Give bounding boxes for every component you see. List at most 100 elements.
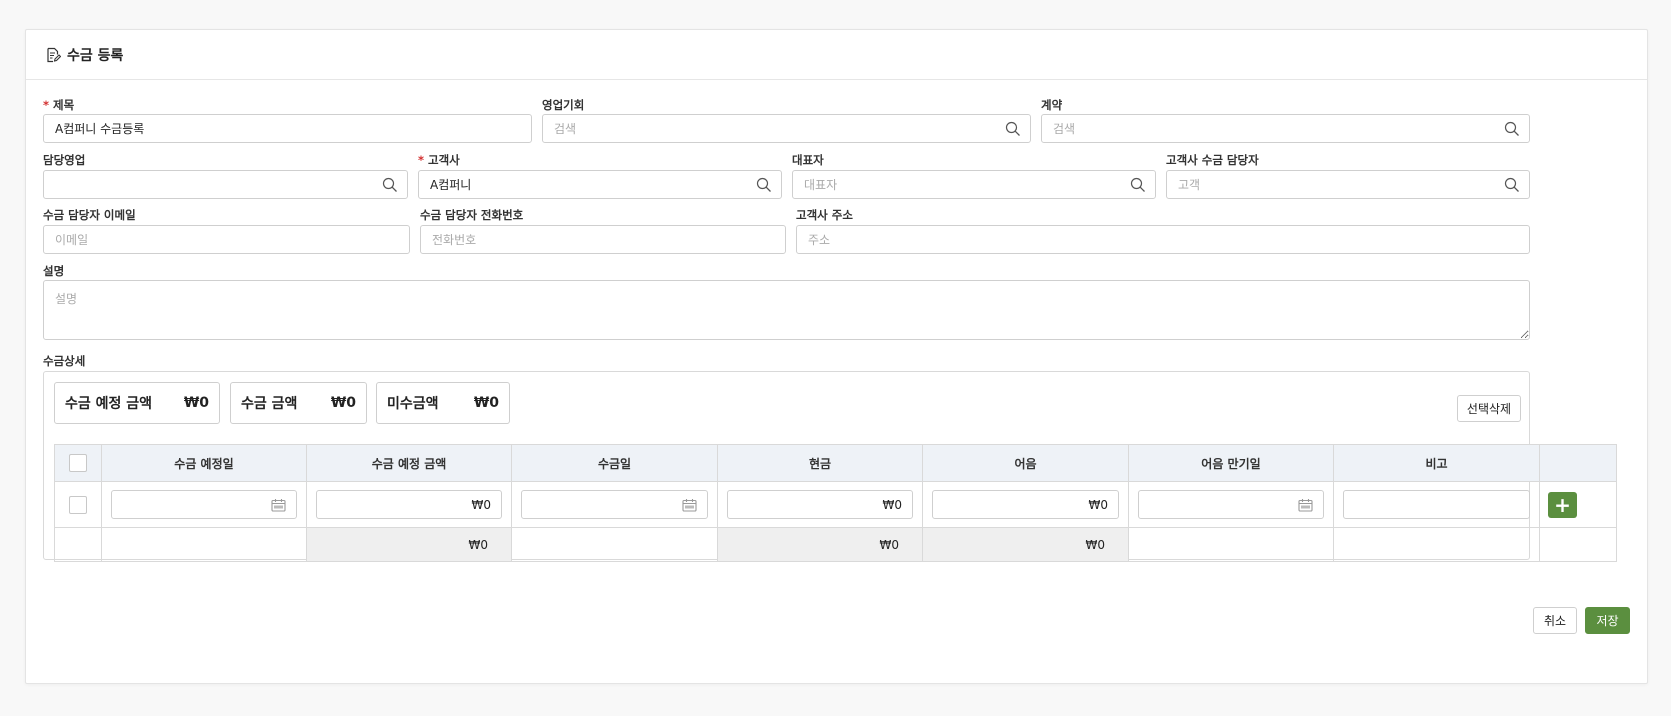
- opportunity-placeholder: 검색: [554, 122, 577, 136]
- column-header: 수금 예정일: [101, 444, 307, 482]
- opportunity-search-input[interactable]: 검색: [542, 114, 1031, 143]
- select-all-checkbox[interactable]: [69, 454, 87, 472]
- customer-label: * 고객사: [418, 152, 460, 168]
- title-input-value: A컴퍼니 수금등록: [55, 122, 145, 136]
- search-icon[interactable]: [756, 177, 772, 193]
- column-header: 현금: [717, 444, 923, 482]
- planned-date-cell: [101, 481, 307, 528]
- customer-contact-label: 고객사 수금 담당자: [1166, 153, 1259, 167]
- customer-contact-search-input[interactable]: 고객: [1166, 170, 1530, 199]
- remarks-cell: [1333, 481, 1540, 528]
- document-edit-icon: [47, 47, 61, 62]
- search-icon[interactable]: [1005, 121, 1021, 137]
- note-amount-input[interactable]: ₩0: [932, 490, 1119, 519]
- outstanding-amount-summary: 미수금액 ₩0: [376, 382, 510, 424]
- cash-cell: ₩0: [717, 481, 923, 528]
- planned-amount-cell: ₩0: [306, 481, 512, 528]
- total-cell: [511, 527, 718, 562]
- contract-search-input[interactable]: 검색: [1041, 114, 1530, 143]
- planned-amount-summary: 수금 예정 금액 ₩0: [54, 382, 220, 424]
- total-note-amount: ₩0: [922, 527, 1129, 562]
- opportunity-label: 영업기회: [542, 98, 585, 112]
- planned-amount-input[interactable]: ₩0: [316, 490, 502, 519]
- total-cell: [54, 527, 102, 562]
- search-icon[interactable]: [1504, 177, 1520, 193]
- payment-detail-table: 수금 예정일 수금 예정 금액 수금일 현금 어음 어음 만기일 비고 ₩0 ₩…: [54, 444, 1617, 562]
- contact-phone-label: 수금 담당자 전화번호: [420, 208, 524, 222]
- column-header: 비고: [1333, 444, 1540, 482]
- calendar-icon[interactable]: [682, 498, 697, 512]
- column-header: 어음 만기일: [1128, 444, 1334, 482]
- search-icon[interactable]: [1130, 177, 1146, 193]
- total-cell: [1333, 527, 1540, 562]
- total-planned-amount: ₩0: [306, 527, 512, 562]
- received-amount-summary-label: 수금 금액: [241, 396, 298, 412]
- save-button[interactable]: 저장: [1585, 607, 1630, 634]
- customer-value: A컴퍼니: [430, 178, 472, 192]
- contract-label: 계약: [1041, 98, 1063, 112]
- customer-address-label: 고객사 주소: [796, 208, 853, 222]
- total-cell: [101, 527, 307, 562]
- planned-date-input[interactable]: [111, 490, 297, 519]
- outstanding-amount-summary-label: 미수금액: [387, 396, 439, 412]
- details-label: 수금상세: [43, 354, 86, 368]
- column-header: 어음: [922, 444, 1129, 482]
- customer-label-text: 고객사: [428, 153, 460, 167]
- sales-rep-label: 담당영업: [43, 153, 86, 167]
- add-row-button[interactable]: +: [1548, 491, 1577, 518]
- received-date-input[interactable]: [521, 490, 708, 519]
- planned-amount-summary-label: 수금 예정 금액: [65, 396, 153, 412]
- select-all-header: [54, 444, 102, 482]
- total-cash: ₩0: [717, 527, 923, 562]
- payment-register-card: 수금 등록 * 제목 A컴퍼니 수금등록 영업기회 검색 계약 검색 담당영업 *…: [25, 29, 1648, 684]
- row-select-cell: [54, 481, 102, 528]
- required-mark: *: [43, 98, 50, 112]
- planned-amount-summary-value: ₩0: [183, 395, 209, 411]
- contract-placeholder: 검색: [1053, 122, 1076, 136]
- title-input[interactable]: A컴퍼니 수금등록: [43, 114, 532, 143]
- received-date-cell: [511, 481, 718, 528]
- description-label: 설명: [43, 264, 65, 278]
- search-icon[interactable]: [1504, 121, 1520, 137]
- note-cell: ₩0: [922, 481, 1129, 528]
- outstanding-amount-summary-value: ₩0: [473, 395, 499, 411]
- total-cell: [1128, 527, 1334, 562]
- ceo-label: 대표자: [792, 153, 824, 167]
- row-checkbox[interactable]: [69, 495, 87, 514]
- calendar-icon[interactable]: [271, 498, 286, 512]
- column-header: 수금 예정 금액: [306, 444, 512, 482]
- description-textarea[interactable]: [43, 280, 1530, 340]
- total-cell: [1539, 527, 1617, 562]
- page-title: 수금 등록: [67, 47, 124, 64]
- remarks-input[interactable]: [1343, 490, 1530, 519]
- delete-selected-button[interactable]: 선택삭제: [1457, 395, 1521, 422]
- note-due-date-input[interactable]: [1138, 490, 1324, 519]
- column-header: 수금일: [511, 444, 718, 482]
- ceo-search-input[interactable]: 대표자: [792, 170, 1156, 199]
- cash-input[interactable]: ₩0: [727, 490, 913, 519]
- add-column-header: [1539, 444, 1617, 482]
- card-header: 수금 등록: [26, 30, 1647, 80]
- sales-rep-search-input[interactable]: [43, 170, 408, 199]
- title-label-text: 제목: [53, 98, 75, 112]
- note-due-date-cell: [1128, 481, 1334, 528]
- contact-email-label: 수금 담당자 이메일: [43, 208, 136, 222]
- ceo-placeholder: 대표자: [804, 178, 838, 192]
- received-amount-summary-value: ₩0: [330, 395, 356, 411]
- contact-email-input[interactable]: [43, 225, 410, 254]
- cancel-button[interactable]: 취소: [1533, 607, 1577, 634]
- table-row: ₩0 ₩0 ₩0 +: [54, 481, 1617, 528]
- customer-address-input[interactable]: [796, 225, 1530, 254]
- table-total-row: ₩0 ₩0 ₩0: [54, 527, 1617, 562]
- customer-contact-placeholder: 고객: [1178, 178, 1201, 192]
- details-panel: 수금 예정 금액 ₩0 수금 금액 ₩0 미수금액 ₩0 선택삭제 수금 예정일…: [43, 371, 1617, 562]
- customer-search-input[interactable]: A컴퍼니: [418, 170, 782, 199]
- contact-phone-input[interactable]: [420, 225, 786, 254]
- search-icon[interactable]: [382, 177, 398, 193]
- received-amount-summary: 수금 금액 ₩0: [230, 382, 367, 424]
- calendar-icon[interactable]: [1298, 498, 1313, 512]
- required-mark: *: [418, 153, 425, 167]
- add-row-cell: +: [1539, 481, 1617, 528]
- title-label: * 제목: [43, 97, 74, 113]
- table-header-row: 수금 예정일 수금 예정 금액 수금일 현금 어음 어음 만기일 비고: [54, 444, 1617, 482]
